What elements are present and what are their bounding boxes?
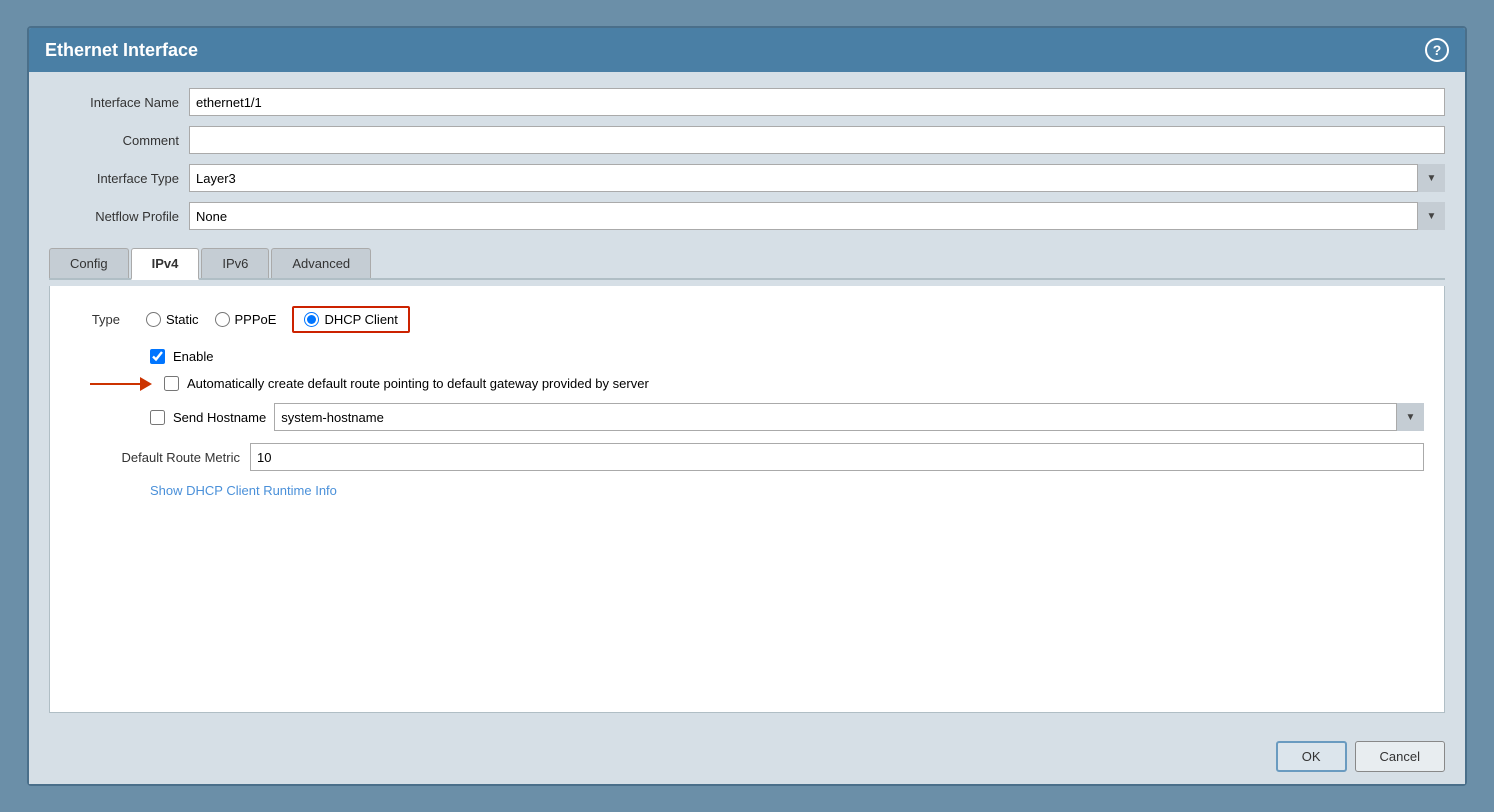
interface-type-row: Interface Type Layer3 ▼	[49, 164, 1445, 192]
interface-type-wrapper: Layer3 ▼	[189, 164, 1445, 192]
netflow-profile-wrapper: None ▼	[189, 202, 1445, 230]
comment-label: Comment	[49, 133, 189, 148]
auto-route-row: Automatically create default route point…	[70, 376, 1424, 391]
netflow-profile-select[interactable]: None	[189, 202, 1445, 230]
enable-checkbox[interactable]	[150, 349, 165, 364]
enable-label: Enable	[173, 349, 213, 364]
send-hostname-row: Send Hostname system-hostname ▼	[70, 403, 1424, 431]
enable-row: Enable	[70, 349, 1424, 364]
comment-input[interactable]	[189, 126, 1445, 154]
radio-pppoe-option[interactable]: PPPoE	[215, 312, 277, 327]
dialog-body: Interface Name Comment Interface Type La…	[29, 72, 1465, 729]
dialog-footer: OK Cancel	[29, 729, 1465, 784]
arrow-head	[140, 377, 152, 391]
radio-pppoe-label: PPPoE	[235, 312, 277, 327]
dialog-title: Ethernet Interface	[45, 40, 198, 61]
send-hostname-checkbox[interactable]	[150, 410, 165, 425]
comment-row: Comment	[49, 126, 1445, 154]
ethernet-interface-dialog: Ethernet Interface ? Interface Name Comm…	[27, 26, 1467, 786]
arrow-indicator	[90, 377, 152, 391]
auto-route-label: Automatically create default route point…	[187, 376, 649, 391]
type-label: Type	[70, 312, 130, 327]
arrow-line	[90, 383, 140, 385]
radio-static-label: Static	[166, 312, 199, 327]
send-hostname-label: Send Hostname	[173, 410, 266, 425]
netflow-profile-row: Netflow Profile None ▼	[49, 202, 1445, 230]
netflow-profile-label: Netflow Profile	[49, 209, 189, 224]
cancel-button[interactable]: Cancel	[1355, 741, 1445, 772]
auto-route-checkbox-row: Automatically create default route point…	[164, 376, 649, 391]
interface-name-row: Interface Name	[49, 88, 1445, 116]
tab-content-ipv4: Type Static PPPoE DHCP Client	[49, 286, 1445, 713]
dhcp-link-row: Show DHCP Client Runtime Info	[70, 483, 1424, 498]
ok-button[interactable]: OK	[1276, 741, 1347, 772]
hostname-select[interactable]: system-hostname	[274, 403, 1424, 431]
dialog-header: Ethernet Interface ?	[29, 28, 1465, 72]
type-row: Type Static PPPoE DHCP Client	[70, 306, 1424, 333]
auto-route-checkbox[interactable]	[164, 376, 179, 391]
interface-name-label: Interface Name	[49, 95, 189, 110]
dhcp-highlight-box: DHCP Client	[292, 306, 409, 333]
tabs-bar: Config IPv4 IPv6 Advanced	[49, 248, 1445, 280]
tab-ipv6[interactable]: IPv6	[201, 248, 269, 278]
metric-label: Default Route Metric	[70, 450, 250, 465]
metric-row: Default Route Metric	[70, 443, 1424, 471]
radio-static[interactable]	[146, 312, 161, 327]
help-icon[interactable]: ?	[1425, 38, 1449, 62]
radio-dhcp-label: DHCP Client	[324, 312, 397, 327]
interface-type-label: Interface Type	[49, 171, 189, 186]
interface-name-input[interactable]	[189, 88, 1445, 116]
radio-static-option[interactable]: Static	[146, 312, 199, 327]
metric-input[interactable]	[250, 443, 1424, 471]
tab-config[interactable]: Config	[49, 248, 129, 278]
tab-advanced[interactable]: Advanced	[271, 248, 371, 278]
interface-type-select[interactable]: Layer3	[189, 164, 1445, 192]
dhcp-runtime-link[interactable]: Show DHCP Client Runtime Info	[70, 483, 337, 498]
radio-dhcp-option[interactable]: DHCP Client	[304, 312, 397, 327]
hostname-select-wrapper: system-hostname ▼	[274, 403, 1424, 431]
tab-ipv4[interactable]: IPv4	[131, 248, 200, 280]
radio-dhcp[interactable]	[304, 312, 319, 327]
radio-pppoe[interactable]	[215, 312, 230, 327]
